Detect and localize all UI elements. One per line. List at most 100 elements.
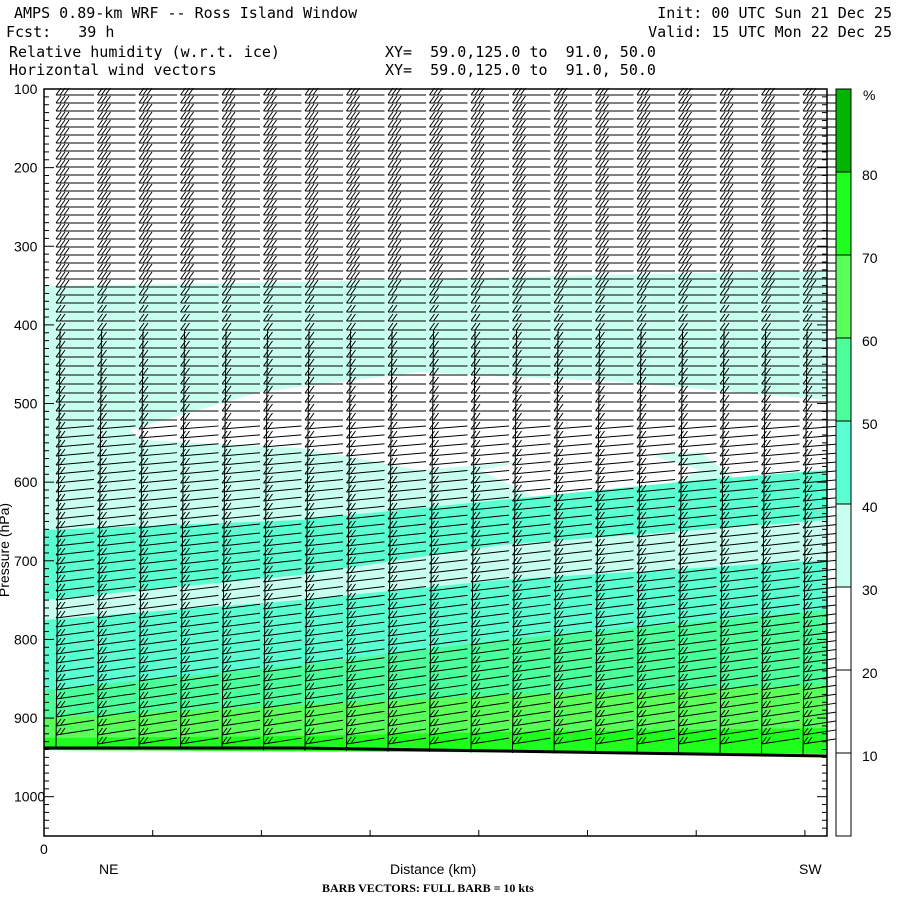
wind-barb bbox=[512, 247, 551, 256]
wind-barb bbox=[429, 191, 468, 200]
wind-barb bbox=[429, 247, 468, 256]
wind-barb bbox=[263, 135, 302, 144]
wind-barb bbox=[180, 191, 219, 200]
wind-barb bbox=[678, 103, 717, 112]
wind-barb bbox=[180, 199, 219, 208]
wind-barb bbox=[55, 167, 94, 176]
wind-barb bbox=[512, 143, 551, 152]
wind-barb bbox=[55, 247, 94, 256]
wind-barb bbox=[180, 143, 219, 152]
wind-barb bbox=[387, 167, 426, 176]
wind-barb bbox=[553, 207, 592, 216]
wind-barb bbox=[470, 263, 509, 272]
wind-barb bbox=[512, 95, 551, 104]
wind-barb bbox=[678, 135, 717, 144]
wind-barb bbox=[304, 103, 343, 112]
wind-barb bbox=[470, 255, 509, 264]
wind-barb bbox=[553, 159, 592, 168]
wind-barb bbox=[512, 191, 551, 200]
wind-barb bbox=[636, 263, 675, 272]
wind-barb bbox=[429, 199, 468, 208]
wind-barb bbox=[263, 159, 302, 168]
wind-barb bbox=[97, 167, 136, 176]
wind-barb bbox=[678, 111, 717, 120]
wind-barb bbox=[553, 111, 592, 120]
wind-barb bbox=[387, 247, 426, 256]
wind-barb bbox=[180, 119, 219, 128]
wind-barb bbox=[221, 239, 260, 248]
wind-barb bbox=[387, 191, 426, 200]
wind-barb bbox=[595, 103, 634, 112]
wind-barb bbox=[470, 127, 509, 136]
wind-barb bbox=[553, 135, 592, 144]
wind-barb bbox=[553, 167, 592, 176]
wind-barb bbox=[346, 159, 385, 168]
wind-barb bbox=[97, 239, 136, 248]
wind-barb bbox=[304, 119, 343, 128]
wind-barb bbox=[429, 231, 468, 240]
wind-barb bbox=[636, 175, 675, 184]
wind-barb bbox=[97, 191, 136, 200]
wind-barb bbox=[55, 111, 94, 120]
wind-barb bbox=[304, 159, 343, 168]
wind-barb bbox=[636, 191, 675, 200]
wind-barb bbox=[512, 175, 551, 184]
wind-barb bbox=[180, 95, 219, 104]
wind-barb bbox=[304, 207, 343, 216]
wind-barb bbox=[138, 127, 177, 136]
wind-barb bbox=[387, 199, 426, 208]
wind-barb bbox=[346, 271, 385, 280]
wind-barb bbox=[180, 167, 219, 176]
wind-barb bbox=[138, 247, 177, 256]
wind-barb bbox=[138, 223, 177, 232]
wind-barb bbox=[346, 111, 385, 120]
wind-barb bbox=[636, 239, 675, 248]
wind-barb bbox=[55, 103, 94, 112]
wind-barb bbox=[221, 223, 260, 232]
wind-barb bbox=[636, 111, 675, 120]
wind-barb bbox=[97, 247, 136, 256]
wind-barb bbox=[221, 111, 260, 120]
wind-barb bbox=[636, 199, 675, 208]
wind-barb bbox=[138, 239, 177, 248]
wind-barb bbox=[346, 255, 385, 264]
wind-barb bbox=[221, 135, 260, 144]
wind-barb bbox=[470, 207, 509, 216]
wind-barb bbox=[180, 215, 219, 224]
wind-barb bbox=[553, 199, 592, 208]
wind-barb bbox=[346, 103, 385, 112]
wind-barb bbox=[138, 175, 177, 184]
wind-barb bbox=[263, 175, 302, 184]
wind-barb bbox=[55, 199, 94, 208]
wind-barb bbox=[304, 239, 343, 248]
wind-barb bbox=[304, 143, 343, 152]
wind-barb bbox=[304, 231, 343, 240]
wind-barb bbox=[512, 119, 551, 128]
wind-barb bbox=[636, 255, 675, 264]
wind-barb bbox=[55, 175, 94, 184]
wind-barb bbox=[138, 143, 177, 152]
wind-barb bbox=[553, 247, 592, 256]
wind-barb bbox=[97, 271, 136, 280]
wind-barb bbox=[263, 111, 302, 120]
wind-barb bbox=[470, 239, 509, 248]
wind-barb bbox=[263, 247, 302, 256]
wind-barb bbox=[636, 143, 675, 152]
wind-barb bbox=[512, 255, 551, 264]
wind-barb bbox=[263, 183, 302, 192]
wind-barb bbox=[304, 271, 343, 280]
wind-barb bbox=[429, 167, 468, 176]
wind-barb bbox=[221, 263, 260, 272]
wind-barb bbox=[346, 231, 385, 240]
wind-barb bbox=[263, 127, 302, 136]
cross-section-chart: 1002003004005006007008009001000 80706050… bbox=[0, 81, 878, 895]
wind-barb bbox=[263, 103, 302, 112]
wind-barb bbox=[595, 119, 634, 128]
wind-barb bbox=[387, 183, 426, 192]
wind-barb bbox=[387, 135, 426, 144]
wind-barb bbox=[180, 231, 219, 240]
wind-barb bbox=[470, 191, 509, 200]
wind-barb bbox=[221, 127, 260, 136]
wind-barb bbox=[678, 119, 717, 128]
wind-barb bbox=[512, 239, 551, 248]
